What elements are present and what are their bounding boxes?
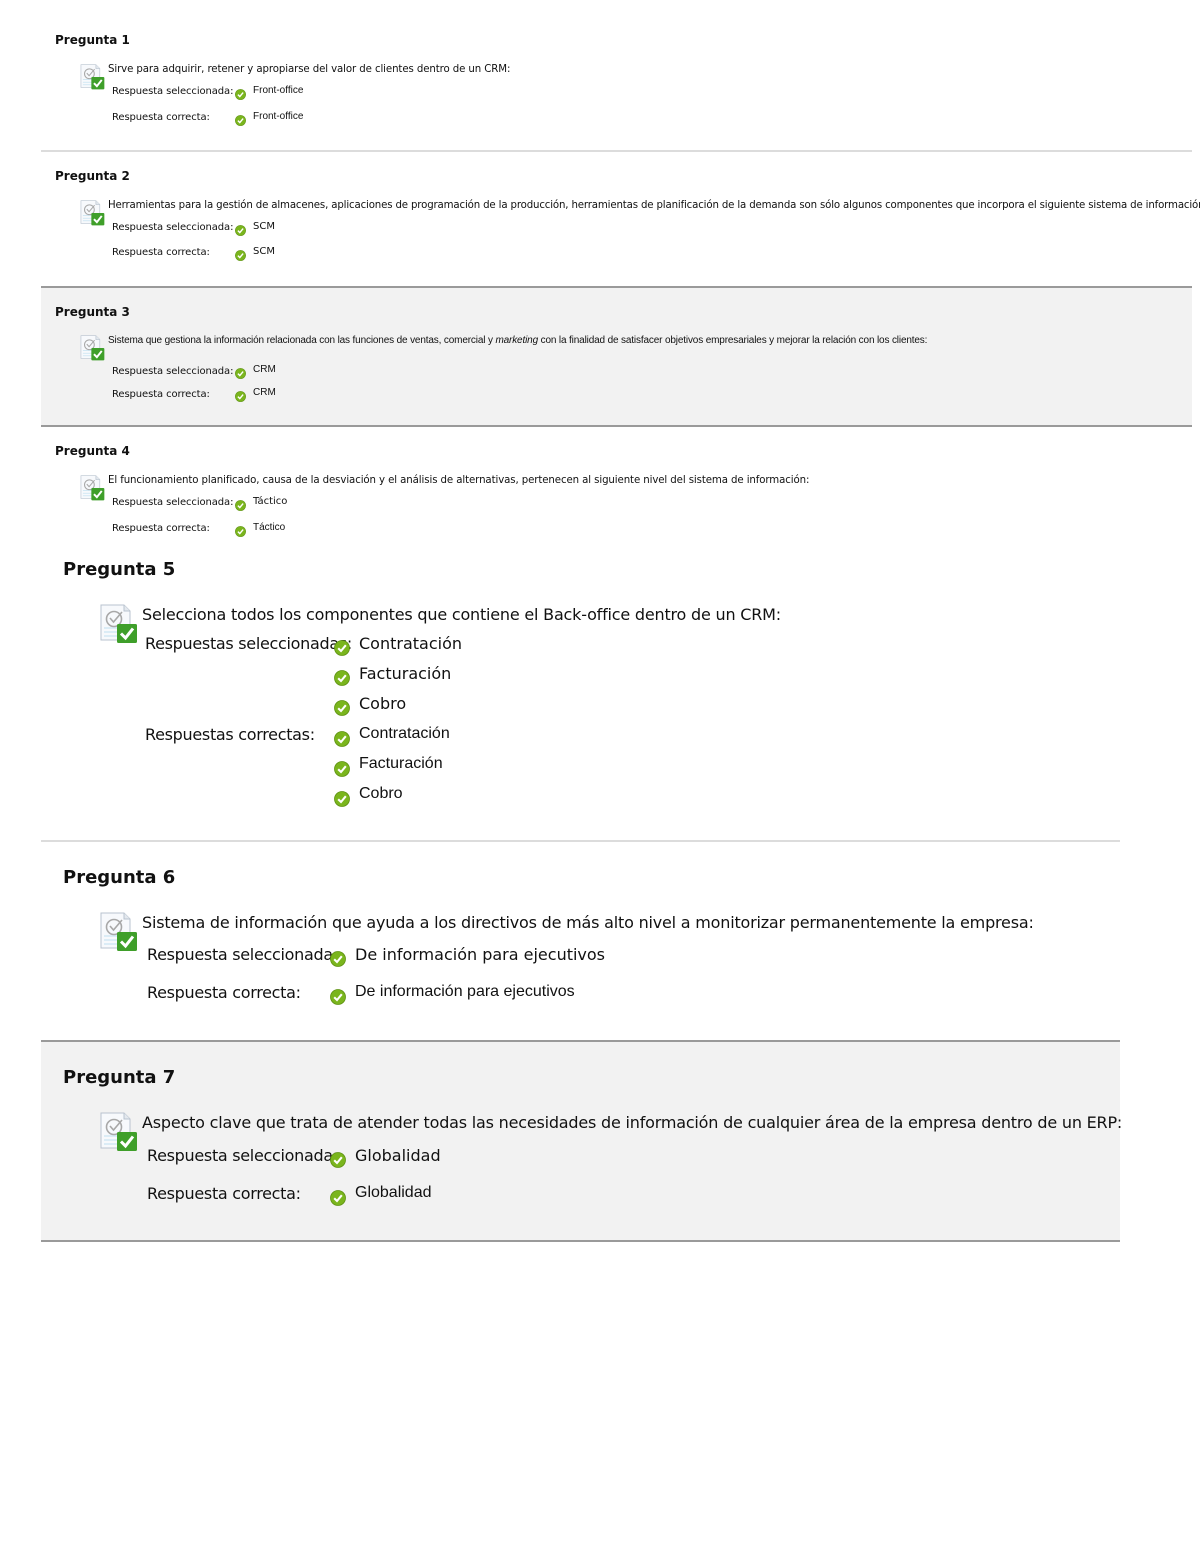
question-text-part: con la finalidad de satisfacer objetivos…	[538, 335, 928, 346]
question-correct-icon	[79, 199, 105, 227]
check-icon	[235, 391, 246, 402]
selected-answers-label: Respuestas seleccionadas:	[145, 634, 352, 653]
check-icon	[330, 951, 346, 967]
check-icon	[334, 670, 350, 686]
correct-answer: Contratación	[334, 725, 450, 747]
answer-text: Táctico	[253, 522, 286, 533]
question-block-5: Pregunta 5 Selecciona todos los componen…	[41, 547, 1120, 842]
check-icon	[330, 1152, 346, 1168]
check-icon	[334, 761, 350, 777]
selected-answer: Táctico	[235, 496, 287, 511]
selected-answer: SCM	[235, 221, 275, 236]
correct-answer: De información para ejecutivos	[330, 983, 575, 1005]
question-text: Sirve para adquirir, retener y apropiars…	[108, 64, 511, 75]
correct-answer-label: Respuesta correcta:	[112, 112, 210, 123]
selected-answer: Contratación	[334, 634, 462, 656]
answer-text: Globalidad	[355, 1184, 432, 1201]
selected-answer-label: Respuesta seleccionada:	[147, 945, 338, 964]
selected-answer-label: Respuesta seleccionada:	[112, 497, 234, 508]
check-icon	[235, 225, 246, 236]
check-icon	[334, 791, 350, 807]
question-text: Selecciona todos los componentes que con…	[142, 605, 781, 624]
question-title: Pregunta 1	[55, 33, 130, 47]
answer-text: Cobro	[359, 785, 403, 802]
answer-text: CRM	[253, 364, 276, 375]
check-icon	[334, 640, 350, 656]
answer-text: Cobro	[359, 694, 407, 713]
check-icon	[334, 700, 350, 716]
answer-text: Facturación	[359, 755, 443, 772]
correct-answer-label: Respuesta correcta:	[147, 1184, 301, 1203]
question-text-part: Sistema que gestiona la información rela…	[108, 335, 496, 346]
question-text: Sistema de información que ayuda a los d…	[142, 913, 1034, 932]
question-block-4: Pregunta 4 El funcionamiento planificado…	[41, 427, 1192, 547]
answer-text: SCM	[253, 246, 275, 257]
question-title: Pregunta 4	[55, 444, 130, 458]
selected-answer: De información para ejecutivos	[330, 945, 605, 967]
question-block-6: Pregunta 6 Sistema de información que ay…	[41, 842, 1120, 1041]
question-block-1: Pregunta 1 Sirve para adquirir, retener …	[41, 0, 1192, 152]
question-correct-icon	[98, 604, 138, 644]
answer-text: Globalidad	[355, 1146, 441, 1165]
check-icon	[235, 115, 246, 126]
question-title: Pregunta 2	[55, 169, 130, 183]
question-correct-icon	[79, 334, 105, 362]
question-title: Pregunta 5	[63, 559, 176, 580]
correct-answer-label: Respuesta correcta:	[112, 389, 210, 400]
selected-answer-label: Respuesta seleccionada:	[147, 1146, 338, 1165]
correct-answer: Facturación	[334, 755, 443, 777]
answer-text: De información para ejecutivos	[355, 983, 575, 1000]
answer-text: Facturación	[359, 664, 452, 683]
question-block-7: Pregunta 7 Aspecto clave que trata de at…	[41, 1040, 1123, 1242]
question-text: Aspecto clave que trata de atender todas…	[142, 1113, 1123, 1132]
selected-answer-label: Respuesta seleccionada:	[112, 366, 234, 377]
question-title: Pregunta 6	[63, 867, 176, 888]
answer-text: Contratación	[359, 725, 450, 742]
check-icon	[235, 500, 246, 511]
answer-text: Contratación	[359, 634, 463, 653]
check-icon	[235, 250, 246, 261]
answer-text: SCM	[253, 221, 275, 232]
question-title: Pregunta 7	[63, 1067, 176, 1088]
check-icon	[334, 731, 350, 747]
selected-answer: CRM	[235, 364, 276, 379]
question-correct-icon	[79, 474, 105, 502]
selected-answer: Cobro	[334, 694, 406, 716]
answer-text: CRM	[253, 387, 276, 398]
check-icon	[235, 526, 246, 537]
selected-answer: Front-office	[235, 85, 303, 100]
question-correct-icon	[98, 912, 138, 952]
correct-answer: Cobro	[334, 785, 403, 807]
answer-text: Front-office	[253, 111, 304, 122]
check-icon	[330, 1190, 346, 1206]
correct-answer: Front-office	[235, 111, 303, 126]
correct-answer: Táctico	[235, 522, 285, 537]
check-icon	[235, 89, 246, 100]
answer-text: Táctico	[253, 496, 288, 507]
correct-answer: Globalidad	[330, 1184, 432, 1206]
selected-answer: Globalidad	[330, 1146, 441, 1168]
selected-answer: Facturación	[334, 664, 451, 686]
correct-answer-label: Respuesta correcta:	[147, 983, 301, 1002]
selected-answer-label: Respuesta seleccionada:	[112, 86, 234, 97]
correct-answer-label: Respuesta correcta:	[112, 523, 210, 534]
question-block-2: Pregunta 2 Herramientas para la gestión …	[41, 152, 1200, 288]
question-text: Herramientas para la gestión de almacene…	[108, 200, 1200, 211]
question-title: Pregunta 3	[55, 305, 130, 319]
answer-text: Front-office	[253, 85, 304, 96]
check-icon	[330, 989, 346, 1005]
check-icon	[235, 368, 246, 379]
question-correct-icon	[98, 1112, 138, 1152]
selected-answer-label: Respuesta seleccionada:	[112, 222, 234, 233]
question-block-3: Pregunta 3 Sistema que gestiona la infor…	[41, 288, 1192, 427]
correct-answers-label: Respuestas correctas:	[145, 725, 315, 744]
question-text: El funcionamiento planificado, causa de …	[108, 475, 810, 486]
correct-answer: SCM	[235, 246, 275, 261]
correct-answer-label: Respuesta correcta:	[112, 247, 210, 258]
question-text: Sistema que gestiona la información rela…	[108, 335, 927, 346]
question-correct-icon	[79, 63, 105, 91]
question-text-italic: marketing	[495, 335, 538, 346]
correct-answer: CRM	[235, 387, 276, 402]
answer-text: De información para ejecutivos	[355, 945, 606, 964]
